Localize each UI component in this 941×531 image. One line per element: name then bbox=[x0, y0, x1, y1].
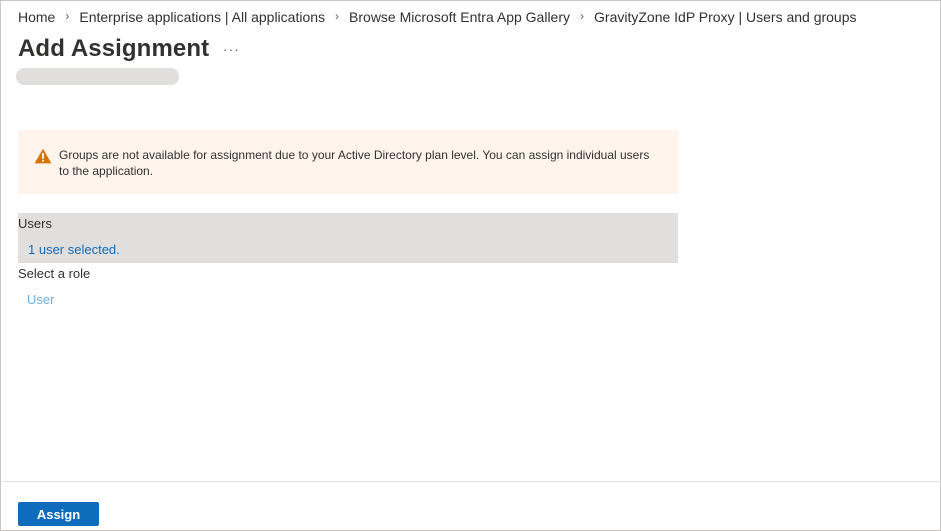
warning-message: Groups are not available for assignment … bbox=[59, 148, 650, 178]
breadcrumb-app-gallery[interactable]: Browse Microsoft Entra App Gallery bbox=[349, 9, 570, 25]
warning-banner: Groups are not available for assignment … bbox=[18, 130, 678, 194]
chevron-right-icon: › bbox=[580, 9, 585, 23]
footer-divider bbox=[2, 481, 941, 482]
chevron-right-icon: › bbox=[335, 9, 340, 23]
warning-icon bbox=[34, 148, 52, 164]
page-title: Add Assignment bbox=[18, 35, 210, 62]
select-role-label: Select a role bbox=[18, 266, 91, 281]
chevron-right-icon: › bbox=[65, 9, 70, 23]
breadcrumb-home[interactable]: Home bbox=[18, 9, 55, 25]
blade-panel: Home › Enterprise applications | All app… bbox=[0, 0, 941, 531]
users-section[interactable]: Users 1 user selected. bbox=[18, 213, 678, 263]
breadcrumb: Home › Enterprise applications | All app… bbox=[18, 9, 857, 25]
users-selected-link[interactable]: 1 user selected. bbox=[28, 242, 120, 257]
role-value-link[interactable]: User bbox=[27, 292, 54, 307]
users-label: Users bbox=[18, 216, 52, 231]
breadcrumb-users-and-groups[interactable]: GravityZone IdP Proxy | Users and groups bbox=[594, 9, 857, 25]
breadcrumb-enterprise-applications[interactable]: Enterprise applications | All applicatio… bbox=[79, 9, 325, 25]
subtitle-placeholder bbox=[16, 68, 179, 85]
more-options-button[interactable]: ··· bbox=[223, 41, 240, 57]
assign-button[interactable]: Assign bbox=[18, 502, 99, 526]
